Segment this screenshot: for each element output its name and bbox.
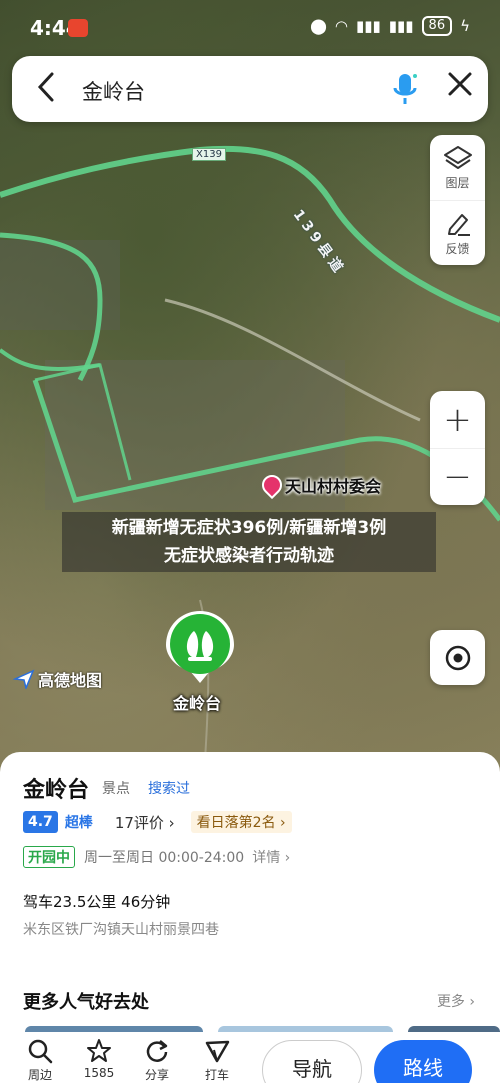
rating-row: 4.7 超棒 17评价 › 看日落第2名 › [23,810,292,834]
locate-me-button[interactable] [430,630,485,685]
scenic-spot-marker-icon [166,611,234,683]
signal-icon: ▮▮▮ [356,17,381,35]
details-link[interactable]: 详情 › [252,847,290,867]
battery-indicator: 86 [421,16,453,36]
search-icon [28,1039,53,1064]
road-badge: X139 [192,148,226,161]
opening-hours: 周一至周日 00:00-24:00 [84,850,245,866]
checkin-label: 打车 [204,1068,229,1082]
selected-place-marker[interactable] [166,611,234,685]
feedback-button[interactable]: 反馈 [430,200,485,265]
nearby-label: 周边 [27,1068,52,1082]
place-name: 金岭台 [23,778,90,803]
popular-section-title: 更多人气好去处 [23,992,149,1013]
overlay-title-line1: 新疆新增无症状396例/新疆新增3例 [111,518,387,538]
overlay-title: 新疆新增无症状396例/新疆新增3例 无症状感染者行动轨迹 [62,512,436,572]
route-button[interactable]: 路线 [374,1040,472,1083]
marker-label: 金岭台 [173,694,222,713]
poi-label: 天山村村委会 [285,477,382,496]
searched-tag[interactable]: 搜索过 [148,778,190,798]
share-button[interactable]: 分享 [132,1038,182,1083]
layers-icon [443,145,472,169]
layers-label: 图层 [445,175,470,190]
close-button[interactable] [442,70,478,106]
nearby-button[interactable]: 周边 [15,1038,65,1083]
zoom-out-button[interactable]: − [430,448,485,505]
microphone-icon [393,74,417,104]
checkin-button[interactable]: 打车 [192,1038,242,1083]
rating-score: 4.7 [23,811,58,833]
map-tools-panel: 图层 反馈 [430,135,485,265]
reviews-link[interactable]: 17评价 › [115,812,175,833]
star-icon [87,1039,111,1062]
search-bar[interactable]: 金岭台 [12,56,488,122]
wifi-icon: ◠ [334,17,349,35]
more-link[interactable]: 更多 › [437,991,475,1011]
map-logo: 高德地图 [13,667,102,691]
bottom-toolbar: 周边 1585 分享 打车 导航 路线 [0,1032,500,1083]
amap-logo-icon [13,669,35,689]
share-label: 分享 [144,1068,169,1082]
status-bar: 4:44 ⬤ ◠ ▮▮▮ ▮▮▮ 86 ϟ [0,0,500,54]
back-button[interactable] [34,70,64,106]
ranking-badge[interactable]: 看日落第2名 › [190,811,292,833]
locate-icon [445,645,470,670]
zoom-controls: + − [430,391,485,505]
favorite-button[interactable]: 1585 [74,1038,124,1080]
charging-icon: ϟ [460,17,470,35]
feedback-label: 反馈 [445,242,470,256]
map-logo-text: 高德地图 [38,671,103,690]
search-query[interactable]: 金岭台 [82,76,145,106]
voice-search-button[interactable] [390,70,420,108]
hours-row: 开园中 周一至周日 00:00-24:00 详情 › [23,845,290,869]
favorite-count: 1585 [83,1066,115,1080]
rating-word: 超棒 [64,815,93,831]
zoom-in-button[interactable]: + [430,391,485,448]
overlay-title-line2: 无症状感染者行动轨迹 [164,546,334,566]
close-icon [448,72,472,96]
navigate-button[interactable]: 导航 [262,1040,362,1083]
send-icon [205,1040,230,1063]
poi-pin-icon [257,470,287,500]
app-notification-icon [68,19,88,37]
open-status-badge: 开园中 [23,846,75,868]
status-icons: ⬤ ◠ ▮▮▮ ▮▮▮ 86 ϟ [310,16,470,36]
poi-marker[interactable]: 天山村村委会 [257,470,382,500]
layers-button[interactable]: 图层 [430,135,485,200]
place-address: 米东区铁厂沟镇天山村丽景四巷 [23,922,219,938]
signal2-icon: ▮▮▮ [388,17,414,35]
location-icon: ⬤ [310,17,327,35]
edit-pen-icon [447,214,470,236]
back-arrow-icon [37,72,54,102]
share-icon [146,1040,168,1062]
place-category: 景点 [102,781,130,797]
drive-info: 驾车23.5公里 46分钟 [23,893,171,911]
